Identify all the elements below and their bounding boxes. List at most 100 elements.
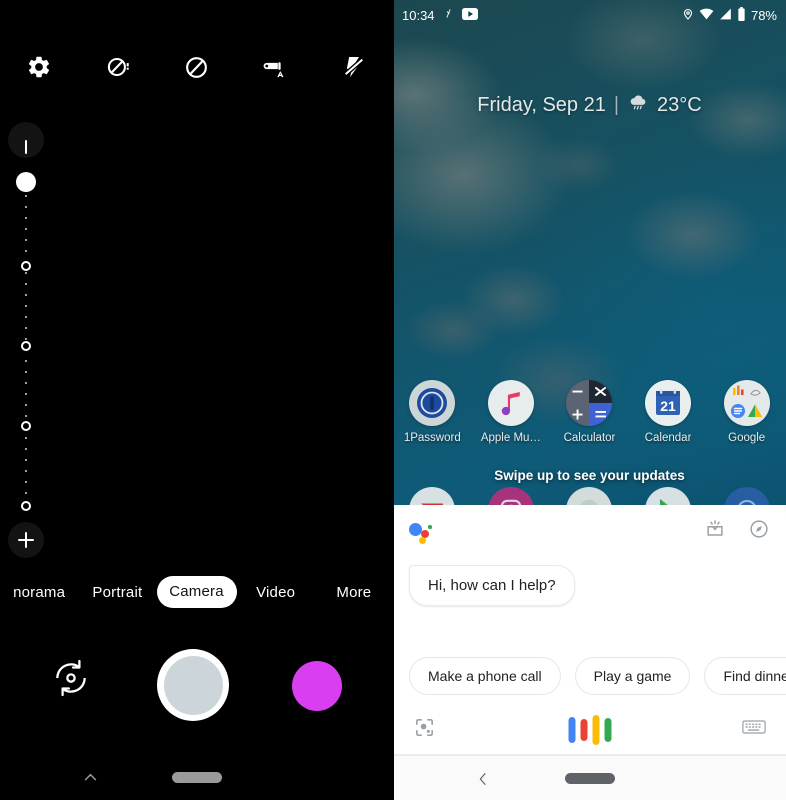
app-calculator[interactable]: Calculator	[550, 380, 629, 444]
app-label: 1Password	[403, 432, 461, 444]
exposure-decrease-button[interactable]	[8, 122, 44, 158]
exposure-notch[interactable]	[21, 261, 31, 271]
mode-more[interactable]: More	[315, 584, 393, 601]
mode-video[interactable]: Video	[237, 584, 315, 601]
app-label: Apple Mu…	[480, 432, 541, 444]
status-time: 10:34	[402, 7, 435, 23]
status-bar-left: 10:34	[402, 7, 478, 23]
location-icon	[682, 7, 694, 24]
date-weather-widget[interactable]: Friday, Sep 21 | 23°C	[393, 92, 786, 118]
exposure-tick	[25, 305, 27, 307]
mic-bar-blue	[568, 716, 575, 743]
app-apple-music[interactable]: Apple Mu…	[472, 380, 551, 444]
chip-make-a-phone-call[interactable]: Make a phone call	[409, 657, 561, 695]
flash-off-icon[interactable]	[314, 54, 393, 80]
exposure-tick	[25, 360, 27, 362]
assistant-bottom-bar	[393, 705, 786, 755]
chip-find-dinner-recipes[interactable]: Find dinner rec	[704, 657, 786, 695]
app-calendar[interactable]: 21 Calendar	[629, 380, 708, 444]
exposure-tick	[25, 459, 27, 461]
svg-text:21: 21	[660, 398, 676, 414]
exposure-tick	[25, 382, 27, 384]
mode-panorama[interactable]: norama	[0, 584, 78, 601]
camera-navbar	[0, 755, 393, 800]
youtube-icon	[461, 7, 478, 23]
assistant-suggestion-chips: Make a phone call Play a game Find dinne…	[409, 657, 786, 695]
status-bar: 10:34 78%	[393, 0, 786, 30]
exposure-tick	[25, 415, 27, 417]
camera-bottom-controls	[0, 648, 393, 728]
google-assistant-logo	[409, 520, 435, 544]
google-folder-icon	[723, 380, 770, 426]
exposure-tick	[25, 294, 27, 296]
swipe-up-hint[interactable]: Swipe up to see your updates	[393, 468, 786, 483]
camera-top-toolbar	[0, 47, 393, 87]
assistant-dot-yellow	[419, 537, 426, 544]
calculator-icon	[566, 380, 613, 426]
exposure-tick	[25, 437, 27, 439]
back-chevron-icon[interactable]	[68, 755, 112, 800]
exposure-increase-button[interactable]	[8, 522, 44, 558]
exposure-tick	[25, 228, 27, 230]
mic-bar-yellow	[592, 714, 599, 745]
app-row: 1Password Apple Mu… Calculator 21 Calend…	[393, 380, 786, 444]
mode-portrait[interactable]: Portrait	[78, 584, 156, 601]
app-google-folder[interactable]: Google	[707, 380, 786, 444]
white-balance-auto-icon[interactable]	[236, 54, 315, 80]
wifi-icon	[699, 8, 714, 23]
exposure-slider[interactable]	[8, 122, 44, 562]
camera-mode-selector[interactable]: norama Portrait Camera Video More	[0, 576, 393, 608]
signal-icon	[719, 8, 732, 23]
exposure-tick	[25, 272, 27, 274]
assistant-header-actions	[704, 518, 770, 545]
widget-separator: |	[613, 93, 620, 116]
widget-date: Friday, Sep 21	[477, 93, 606, 116]
app-label: Calculator	[563, 432, 616, 444]
assistant-header	[393, 513, 786, 549]
exposure-tick	[25, 217, 27, 219]
status-bar-right: 78%	[682, 6, 777, 24]
apple-music-icon	[487, 380, 534, 426]
exposure-tick	[25, 393, 27, 395]
exposure-handle[interactable]	[16, 172, 36, 192]
gallery-thumbnail[interactable]	[292, 661, 342, 711]
plus-icon-vertical	[25, 532, 27, 548]
chip-play-a-game[interactable]: Play a game	[574, 657, 691, 695]
shutter-button[interactable]	[157, 649, 229, 721]
exposure-tick	[25, 404, 27, 406]
battery-icon	[737, 6, 746, 24]
snapshot-icon[interactable]	[704, 518, 726, 545]
exposure-notch[interactable]	[21, 501, 31, 511]
exposure-tick	[25, 316, 27, 318]
home-pill[interactable]	[171, 772, 222, 783]
exposure-tick	[25, 327, 27, 329]
phone-navbar	[393, 755, 786, 800]
home-pill[interactable]	[564, 773, 615, 784]
panel-divider	[393, 0, 394, 800]
timer-off-icon[interactable]	[79, 54, 158, 80]
exposure-notch[interactable]	[21, 421, 31, 431]
back-chevron-icon[interactable]	[461, 756, 505, 800]
exposure-tick	[25, 371, 27, 373]
assistant-greeting-bubble: Hi, how can I help?	[409, 565, 575, 606]
switch-camera-icon[interactable]	[48, 655, 94, 701]
keyboard-icon[interactable]	[742, 718, 766, 741]
minus-icon	[25, 140, 27, 154]
calendar-icon: 21	[645, 380, 692, 426]
explore-compass-icon[interactable]	[748, 518, 770, 545]
assistant-sheet: Hi, how can I help? Make a phone call Pl…	[393, 505, 786, 800]
exposure-track[interactable]	[21, 184, 31, 511]
rain-cloud-icon	[627, 92, 649, 118]
app-1password[interactable]: 1Password	[393, 380, 472, 444]
hdr-off-icon[interactable]	[157, 54, 236, 81]
app-label: Calendar	[644, 432, 692, 444]
assistant-mic-bars[interactable]	[568, 714, 611, 745]
settings-gear-icon[interactable]	[0, 54, 79, 80]
exposure-tick	[25, 481, 27, 483]
onepassword-icon	[409, 380, 456, 426]
google-lens-icon[interactable]	[413, 716, 436, 744]
exposure-notch[interactable]	[21, 341, 31, 351]
exposure-tick	[25, 195, 27, 197]
camera-app-panel: norama Portrait Camera Video More	[0, 0, 393, 800]
mode-camera[interactable]: Camera	[156, 576, 237, 608]
